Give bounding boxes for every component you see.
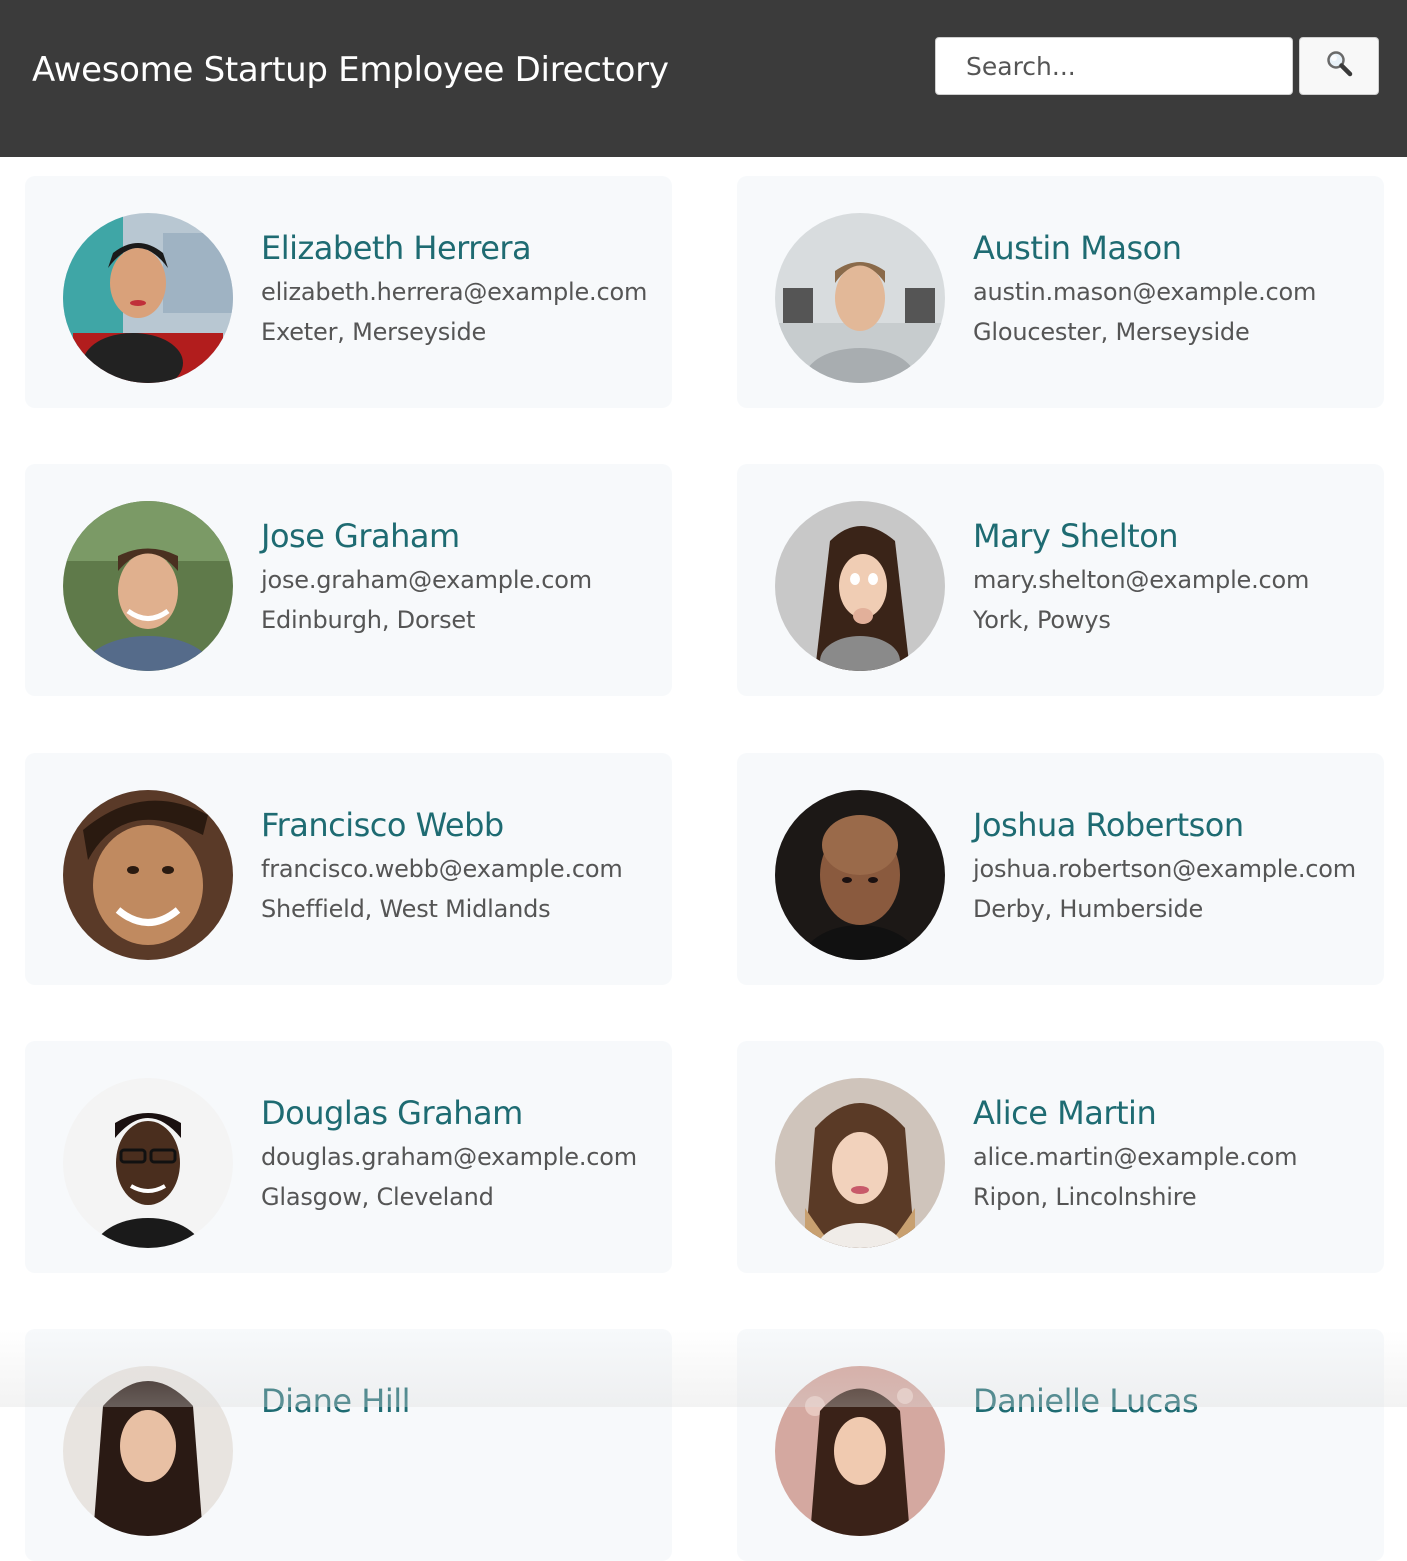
employee-email: austin.mason@example.com (973, 278, 1317, 306)
employee-email: douglas.graham@example.com (261, 1143, 637, 1171)
employee-avatar (775, 1078, 945, 1248)
employee-location: Sheffield, West Midlands (261, 895, 551, 923)
employee-location: Derby, Humberside (973, 895, 1204, 923)
employee-grid: Elizabeth Herrera elizabeth.herrera@exam… (0, 0, 1407, 1561)
employee-name[interactable]: Danielle Lucas (973, 1381, 1199, 1421)
employee-card[interactable]: Mary Shelton mary.shelton@example.com Yo… (737, 464, 1384, 696)
employee-avatar (63, 213, 233, 383)
employee-location: Gloucester, Merseyside (973, 318, 1250, 346)
employee-name[interactable]: Alice Martin (973, 1093, 1297, 1133)
employee-avatar (63, 501, 233, 671)
employee-name[interactable]: Austin Mason (973, 228, 1316, 268)
employee-email: francisco.webb@example.com (261, 855, 623, 883)
employee-card[interactable]: Douglas Graham douglas.graham@example.co… (25, 1041, 672, 1273)
employee-avatar (63, 1078, 233, 1248)
employee-name[interactable]: Douglas Graham (261, 1093, 637, 1133)
employee-avatar (63, 1366, 233, 1536)
employee-location: Ripon, Lincolnshire (973, 1183, 1197, 1211)
employee-avatar (775, 501, 945, 671)
employee-name[interactable]: Diane Hill (261, 1381, 411, 1421)
employee-avatar (775, 790, 945, 960)
employee-card[interactable]: Diane Hill (25, 1329, 672, 1561)
employee-location: York, Powys (973, 606, 1111, 634)
employee-avatar (775, 213, 945, 383)
employee-card[interactable]: Alice Martin alice.martin@example.com Ri… (737, 1041, 1384, 1273)
employee-location: Glasgow, Cleveland (261, 1183, 494, 1211)
employee-name[interactable]: Joshua Robertson (973, 805, 1356, 845)
employee-name[interactable]: Francisco Webb (261, 805, 623, 845)
employee-location: Exeter, Merseyside (261, 318, 487, 346)
employee-card[interactable]: Joshua Robertson joshua.robertson@exampl… (737, 753, 1384, 985)
employee-card[interactable]: Jose Graham jose.graham@example.com Edin… (25, 464, 672, 696)
employee-avatar (63, 790, 233, 960)
employee-card[interactable]: Austin Mason austin.mason@example.com Gl… (737, 176, 1384, 408)
employee-card[interactable]: Francisco Webb francisco.webb@example.co… (25, 753, 672, 985)
employee-card[interactable]: Elizabeth Herrera elizabeth.herrera@exam… (25, 176, 672, 408)
employee-name[interactable]: Elizabeth Herrera (261, 228, 647, 268)
employee-email: mary.shelton@example.com (973, 566, 1310, 594)
employee-email: elizabeth.herrera@example.com (261, 278, 648, 306)
employee-card[interactable]: Danielle Lucas (737, 1329, 1384, 1561)
employee-location: Edinburgh, Dorset (261, 606, 476, 634)
employee-avatar (775, 1366, 945, 1536)
employee-email: alice.martin@example.com (973, 1143, 1298, 1171)
employee-email: joshua.robertson@example.com (973, 855, 1356, 883)
employee-email: jose.graham@example.com (261, 566, 592, 594)
employee-name[interactable]: Mary Shelton (973, 516, 1309, 556)
employee-name[interactable]: Jose Graham (261, 516, 592, 556)
